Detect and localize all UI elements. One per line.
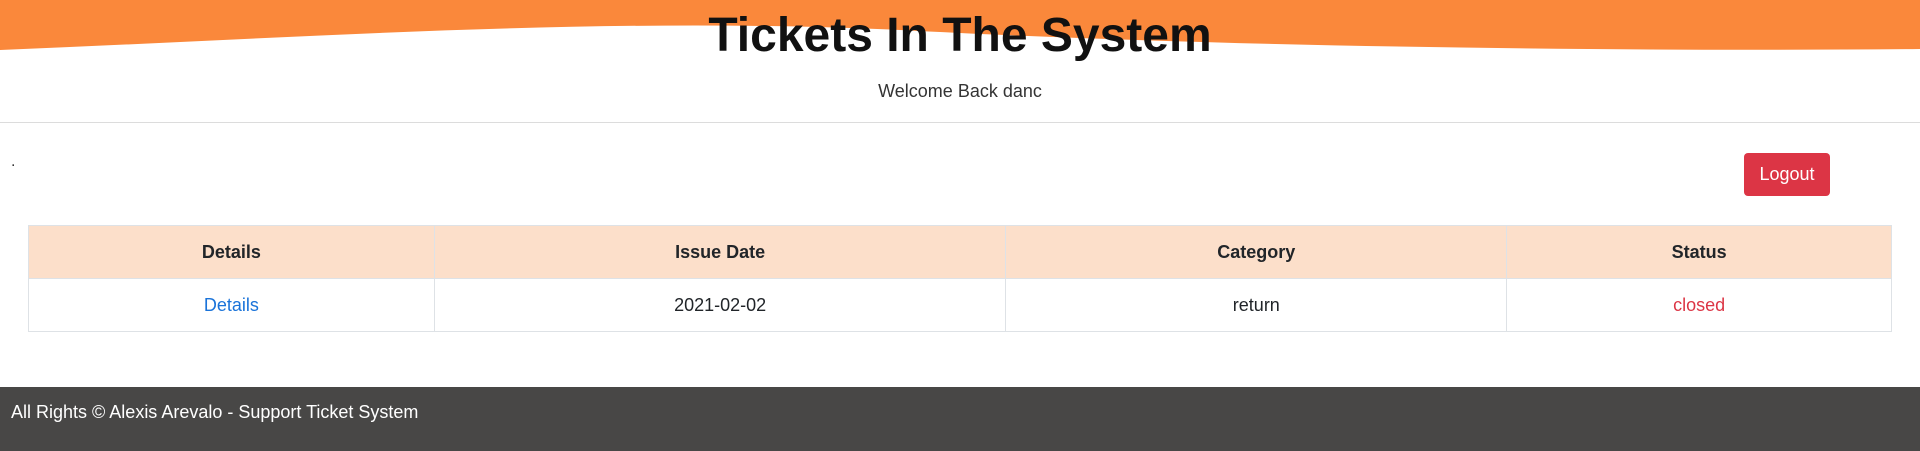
status-text: closed	[1673, 294, 1726, 315]
column-header-details: Details	[28, 225, 435, 279]
cell-details: Details	[28, 278, 435, 332]
footer-copyright: All Rights © Alexis Arevalo - Support Ti…	[11, 402, 419, 422]
logout-button[interactable]: Logout	[1744, 153, 1830, 196]
welcome-message: Welcome Back danc	[878, 81, 1042, 101]
table-row: Details 2021-02-02 return closed	[28, 278, 1892, 332]
page-title: Tickets In The System	[708, 9, 1212, 62]
tickets-table: Details Issue Date Category Status Detai…	[28, 225, 1892, 332]
cell-category: return	[1005, 278, 1508, 332]
cell-status: closed	[1506, 278, 1892, 332]
column-header-issue-date: Issue Date	[433, 225, 1007, 279]
details-link[interactable]: Details	[204, 295, 259, 315]
table-body: Details 2021-02-02 return closed	[28, 278, 1892, 332]
column-header-category: Category	[1005, 225, 1508, 279]
table-header: Details Issue Date Category Status	[28, 225, 1892, 279]
cell-issue-date: 2021-02-02	[433, 278, 1007, 332]
page-footer: All Rights © Alexis Arevalo - Support Ti…	[0, 387, 1920, 451]
page-header: Tickets In The System Welcome Back danc	[0, 0, 1920, 123]
column-header-status: Status	[1506, 225, 1892, 279]
table-header-row: Details Issue Date Category Status	[28, 225, 1892, 279]
stray-dot-text: .	[11, 153, 16, 170]
